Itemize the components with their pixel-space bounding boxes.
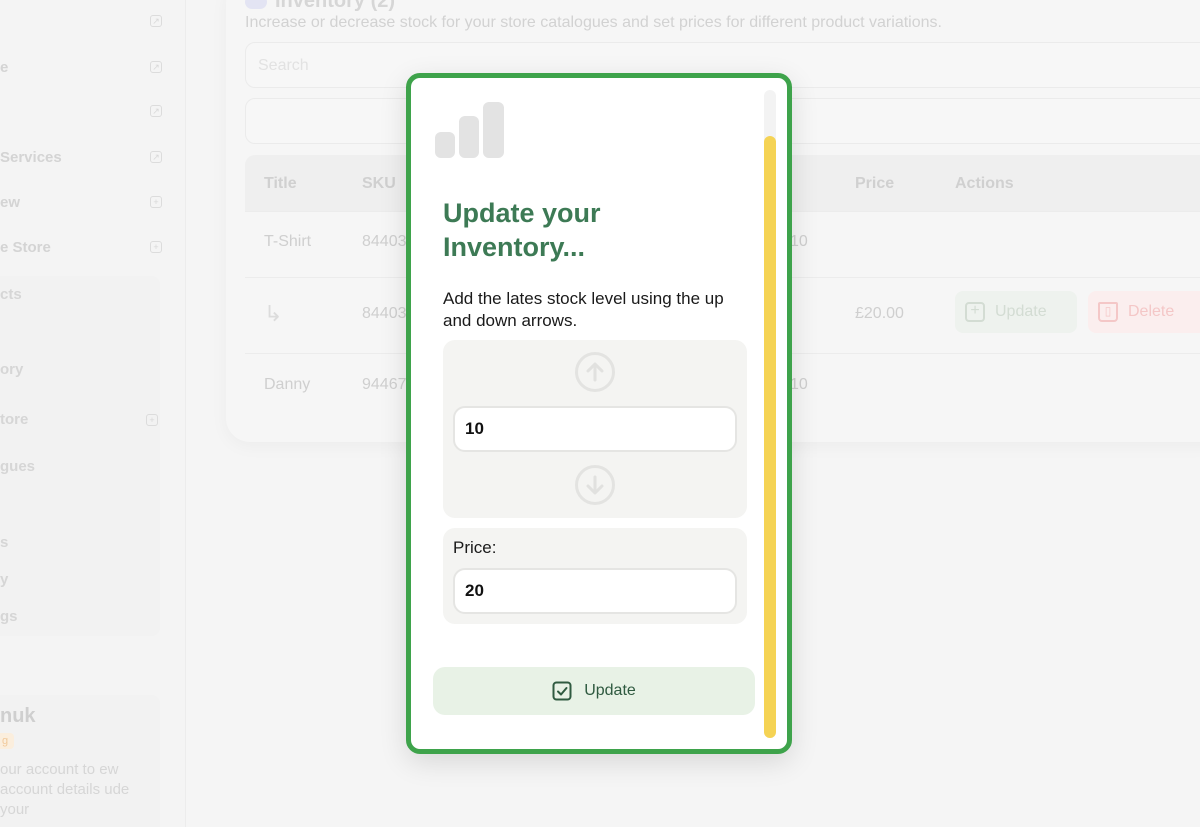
inventory-icon	[245, 0, 267, 9]
sidebar-item-label: Services	[0, 148, 62, 166]
page: ↗ e ↗ ↗ Services ↗ ew + e Store + cts or…	[0, 0, 1200, 827]
scrollbar-thumb[interactable]	[764, 136, 776, 738]
update-inventory-modal: Update your Inventory... Add the lates s…	[406, 73, 792, 754]
row-title: T-Shirt	[264, 233, 312, 250]
sidebar-item-label: e	[0, 58, 9, 76]
sidebar-subitem-inventory[interactable]: ory	[0, 361, 23, 378]
sidebar-item-review[interactable]: ew +	[0, 187, 170, 217]
sidebar-item-2[interactable]: e ↗	[0, 52, 170, 82]
decrease-stock-button[interactable]	[575, 465, 615, 505]
row-delete-text: Delete	[1128, 303, 1175, 320]
sidebar: ↗ e ↗ ↗ Services ↗ ew + e Store + cts or…	[0, 0, 186, 827]
row-qty: 10	[790, 376, 808, 393]
stock-input[interactable]	[453, 406, 737, 452]
sidebar-item-1[interactable]: ↗	[0, 6, 170, 36]
sidebar-subitem-settings[interactable]: gs	[0, 608, 18, 625]
sidebar-subitem-orders[interactable]: s	[0, 534, 8, 551]
inventory-heading: Inventory (2)	[245, 0, 395, 13]
external-link-icon: ↗	[150, 105, 162, 117]
external-link-icon: ↗	[150, 61, 162, 73]
sidebar-item-3[interactable]: ↗	[0, 96, 170, 126]
row-sku: 94467	[362, 376, 407, 393]
row-update-button[interactable]: + T-Shirt Update	[955, 291, 1077, 333]
inventory-description: Increase or decrease stock for your stor…	[245, 14, 942, 31]
row-title: Danny	[264, 376, 311, 393]
arrow-down-icon	[586, 475, 604, 495]
modal-title: Update your Inventory...	[443, 198, 601, 262]
row-price: £20.00	[855, 305, 904, 322]
modal-description: Add the lates stock level using the up a…	[443, 289, 724, 330]
sidebar-subitem-products[interactable]: cts	[0, 286, 22, 303]
price-label: Price:	[453, 538, 497, 557]
plus-icon: +	[150, 241, 162, 253]
inventory-title: Inventory (2)	[275, 0, 396, 12]
column-header-title: Title	[264, 175, 297, 192]
price-group: Price:	[443, 528, 747, 624]
variant-arrow-icon: ↳	[264, 301, 283, 326]
trash-icon: ▯	[1098, 302, 1118, 322]
bar-chart-icon	[435, 102, 504, 158]
row-update-text: Update	[995, 303, 1047, 320]
sidebar-subitem-catalogues[interactable]: gues	[0, 458, 35, 475]
sidebar-subpanel	[0, 276, 160, 636]
external-link-icon: ↗	[150, 15, 162, 27]
increase-stock-button[interactable]	[575, 352, 615, 392]
sidebar-item-label: ew	[0, 193, 21, 211]
price-input[interactable]	[453, 568, 737, 614]
update-button[interactable]: Update	[433, 667, 755, 715]
checkbox-check-icon	[552, 681, 572, 701]
stock-stepper	[443, 340, 747, 518]
plus-icon: +	[146, 414, 158, 426]
plus-icon: +	[150, 196, 162, 208]
sidebar-item-store[interactable]: e Store +	[0, 232, 170, 262]
row-delete-button[interactable]: ▯ Delete	[1088, 291, 1200, 333]
row-sku: 84403	[362, 305, 407, 322]
column-header-actions: Actions	[955, 175, 1014, 192]
column-header-price: Price	[855, 175, 895, 192]
update-button-label: Update	[584, 682, 636, 699]
sidebar-subitem-history[interactable]: y	[0, 571, 8, 588]
account-badge: g	[0, 733, 14, 749]
sidebar-item-services[interactable]: Services ↗	[0, 142, 170, 172]
sidebar-item-label: e Store	[0, 238, 51, 256]
row-sku: 84403	[362, 233, 407, 250]
account-name: nuk	[0, 705, 36, 727]
row-qty: 10	[790, 233, 808, 250]
arrow-up-icon	[586, 362, 604, 382]
account-description: our account to ew account details ude yo…	[0, 761, 130, 818]
plus-square-icon: +	[965, 302, 985, 322]
external-link-icon: ↗	[150, 151, 162, 163]
column-header-sku: SKU	[362, 175, 396, 192]
sidebar-subitem-store[interactable]: tore	[0, 411, 28, 428]
